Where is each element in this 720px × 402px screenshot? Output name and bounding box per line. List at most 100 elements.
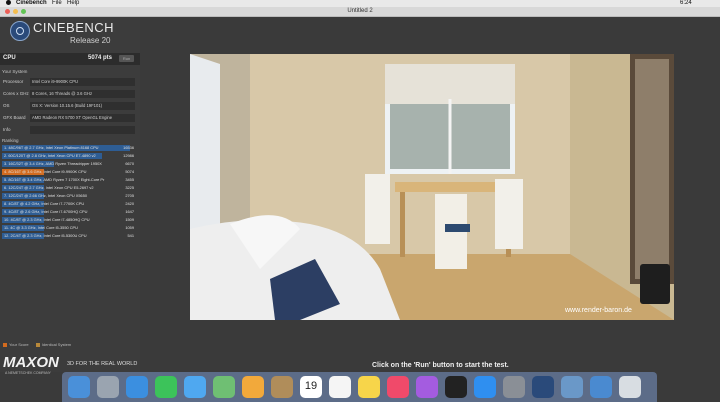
ranking-cpu-name: 3. 16C/32T @ 3.4 GHz, AMD Ryzen Threadri…	[4, 161, 102, 166]
system-row-value: OS X: Version 10.15.6 (Build 19F101)	[30, 102, 135, 110]
notes-icon[interactable]	[358, 376, 380, 398]
system-row-key: GFX Board	[3, 115, 26, 120]
ranking-row[interactable]: 12. 2C/4T @ 2.3 GHz, Intel Core i5-5300U…	[2, 232, 138, 240]
ranking-score: 16536	[123, 145, 134, 150]
ranking-cpu-name: 2. 60C/120T @ 2.8 GHz, Intel Xeon CPU E7…	[4, 153, 96, 158]
close-window-button[interactable]	[5, 9, 10, 14]
cinebench-logo-icon	[10, 21, 30, 41]
maxon-logo: MAXON	[3, 354, 59, 371]
menu-app-name[interactable]: Cinebench	[16, 0, 47, 7]
ranking-cpu-name: 4. 8C/16T @ 3.6 GHz, Intel Core i9-9900K…	[4, 169, 87, 174]
system-row: Processor Intel Core i9-9900K CPU	[0, 77, 140, 87]
ranking-row[interactable]: 3. 16C/32T @ 3.4 GHz, AMD Ryzen Threadri…	[2, 160, 138, 168]
ranking-row[interactable]: 6. 12C/24T @ 2.7 GHz, Intel Xeon CPU E5-…	[2, 184, 138, 192]
status-message: Click on the 'Run' button to start the t…	[372, 362, 509, 369]
ranking-cpu-name: 6. 12C/24T @ 2.7 GHz, Intel Xeon CPU E5-…	[4, 185, 94, 190]
window-titlebar: Untitled 2	[0, 7, 720, 17]
run-button[interactable]: Run	[119, 55, 134, 62]
app-release: Release 20	[70, 36, 111, 45]
maxon-tagline: 3D FOR THE REAL WORLD	[67, 361, 138, 367]
preview-icon[interactable]	[561, 376, 583, 398]
your-score-swatch	[3, 342, 7, 347]
system-row-key: Info	[3, 127, 11, 132]
ranking-row[interactable]: 5. 8C/16T @ 3.4 GHz, AMD Ryzen 7 1700X E…	[2, 176, 138, 184]
ranking-cpu-name: 9. 4C/8T @ 2.6 GHz, Intel Core i7-6700HQ…	[4, 209, 88, 214]
system-row-key: Cores x GHz	[3, 91, 29, 96]
menu-bar: Cinebench File Help 6:24	[0, 0, 720, 7]
system-row-value: Intel Core i9-9900K CPU	[30, 78, 135, 86]
messages-icon[interactable]	[184, 376, 206, 398]
ranking-score: 3455	[125, 177, 134, 182]
ranking-heading: Ranking	[2, 138, 19, 143]
system-row-key: OS	[3, 103, 10, 108]
ranking-row[interactable]: 11. 4C @ 3.3 GHz, Intel Core i5-3550 CPU…	[2, 224, 138, 232]
legend-identical: Identical System	[41, 342, 72, 347]
app-store-icon[interactable]	[474, 376, 496, 398]
contacts-icon[interactable]	[271, 376, 293, 398]
calendar-icon[interactable]: 19	[300, 376, 322, 398]
music-icon[interactable]	[387, 376, 409, 398]
photos-icon[interactable]	[242, 376, 264, 398]
ranking-row[interactable]: 2. 60C/120T @ 2.8 GHz, Intel Xeon CPU E7…	[2, 152, 138, 160]
ranking-cpu-name: 7. 12C/24T @ 2.66 GHz, Intel Xeon CPU X5…	[4, 193, 88, 198]
menu-clock[interactable]: 6:24	[680, 0, 692, 7]
your-system-heading: Your System	[2, 69, 28, 74]
ranking-score: 1647	[125, 209, 134, 214]
cinebench-icon[interactable]	[532, 376, 554, 398]
safari-icon[interactable]	[126, 376, 148, 398]
ranking-score: 6670	[125, 161, 134, 166]
system-row-value	[30, 126, 135, 134]
legend-your-score: Your Score	[9, 342, 29, 347]
room-render-image: www.render-baron.de	[190, 54, 674, 320]
system-row-key: Processor	[3, 79, 24, 84]
ranking-row[interactable]: 10. 4C/8T @ 2.3 GHz, Intel Core i7-4850H…	[2, 216, 138, 224]
legend: Your Score Identical System	[3, 342, 71, 347]
menu-help[interactable]: Help	[67, 0, 79, 7]
ranking-cpu-name: 8. 4C/8T @ 4.2 GHz, Intel Core i7-7700K …	[4, 201, 85, 206]
system-preferences-icon[interactable]	[503, 376, 525, 398]
ranking-score: 2705	[125, 193, 134, 198]
logo-area: CINEBENCH Release 20	[0, 17, 140, 53]
ranking-row[interactable]: 7. 12C/24T @ 2.66 GHz, Intel Xeon CPU X5…	[2, 192, 138, 200]
reminders-icon[interactable]	[329, 376, 351, 398]
system-row: GFX Board AMD Radeon RX 5700 XT OpenGL En…	[0, 113, 140, 123]
maxon-subtitle: A NEMETSCHEK COMPANY	[5, 371, 51, 375]
system-row-value: AMD Radeon RX 5700 XT OpenGL Engine	[30, 114, 135, 122]
ranking-cpu-name: 1. 48C/96T @ 2.7 GHz, Intel Xeon Platinu…	[4, 145, 99, 150]
window-title: Untitled 2	[347, 8, 373, 14]
trash-icon[interactable]	[619, 376, 641, 398]
launchpad-icon[interactable]	[97, 376, 119, 398]
ranking-cpu-name: 5. 8C/16T @ 3.4 GHz, AMD Ryzen 7 1700X E…	[4, 177, 105, 182]
facetime-icon[interactable]	[155, 376, 177, 398]
ranking-score: 3225	[125, 185, 134, 190]
maps-icon[interactable]	[213, 376, 235, 398]
ranking-row[interactable]: 1. 48C/96T @ 2.7 GHz, Intel Xeon Platinu…	[2, 144, 138, 152]
cpu-score: 5074 pts	[88, 55, 113, 61]
app-title: CINEBENCH	[33, 20, 115, 35]
apple-menu-icon[interactable]	[6, 0, 11, 5]
podcasts-icon[interactable]	[416, 376, 438, 398]
dock: 19	[62, 372, 657, 402]
ranking-row[interactable]: 8. 4C/8T @ 4.2 GHz, Intel Core i7-7700K …	[2, 200, 138, 208]
system-row: OS OS X: Version 10.15.6 (Build 19F101)	[0, 101, 140, 111]
render-preview: www.render-baron.de	[190, 54, 674, 320]
tv-icon[interactable]	[445, 376, 467, 398]
ranking-score: 1509	[125, 217, 134, 222]
system-row: Cores x GHz 8 Cores, 16 Threads @ 3.6 GHz	[0, 89, 140, 99]
minimize-window-button[interactable]	[13, 9, 18, 14]
ranking-score: 12986	[123, 153, 134, 158]
menu-file[interactable]: File	[52, 0, 62, 7]
finder-icon[interactable]	[68, 376, 90, 398]
ranking-row[interactable]: 9. 4C/8T @ 2.6 GHz, Intel Core i7-6700HQ…	[2, 208, 138, 216]
zoom-window-button[interactable]	[21, 9, 26, 14]
ranking-cpu-name: 10. 4C/8T @ 2.3 GHz, Intel Core i7-4850H…	[4, 217, 90, 222]
calendar-day: 19	[304, 380, 318, 392]
ranking-row[interactable]: 4. 8C/16T @ 3.6 GHz, Intel Core i9-9900K…	[2, 168, 138, 176]
system-row-value: 8 Cores, 16 Threads @ 3.6 GHz	[30, 90, 135, 98]
ranking-score: 5074	[125, 169, 134, 174]
downloads-icon[interactable]	[590, 376, 612, 398]
cpu-label: CPU	[3, 55, 16, 61]
ranking-score: 1059	[125, 225, 134, 230]
cpu-test-row: CPU 5074 pts Run	[0, 53, 140, 65]
ranking-cpu-name: 11. 4C @ 3.3 GHz, Intel Core i5-3550 CPU	[4, 225, 78, 230]
